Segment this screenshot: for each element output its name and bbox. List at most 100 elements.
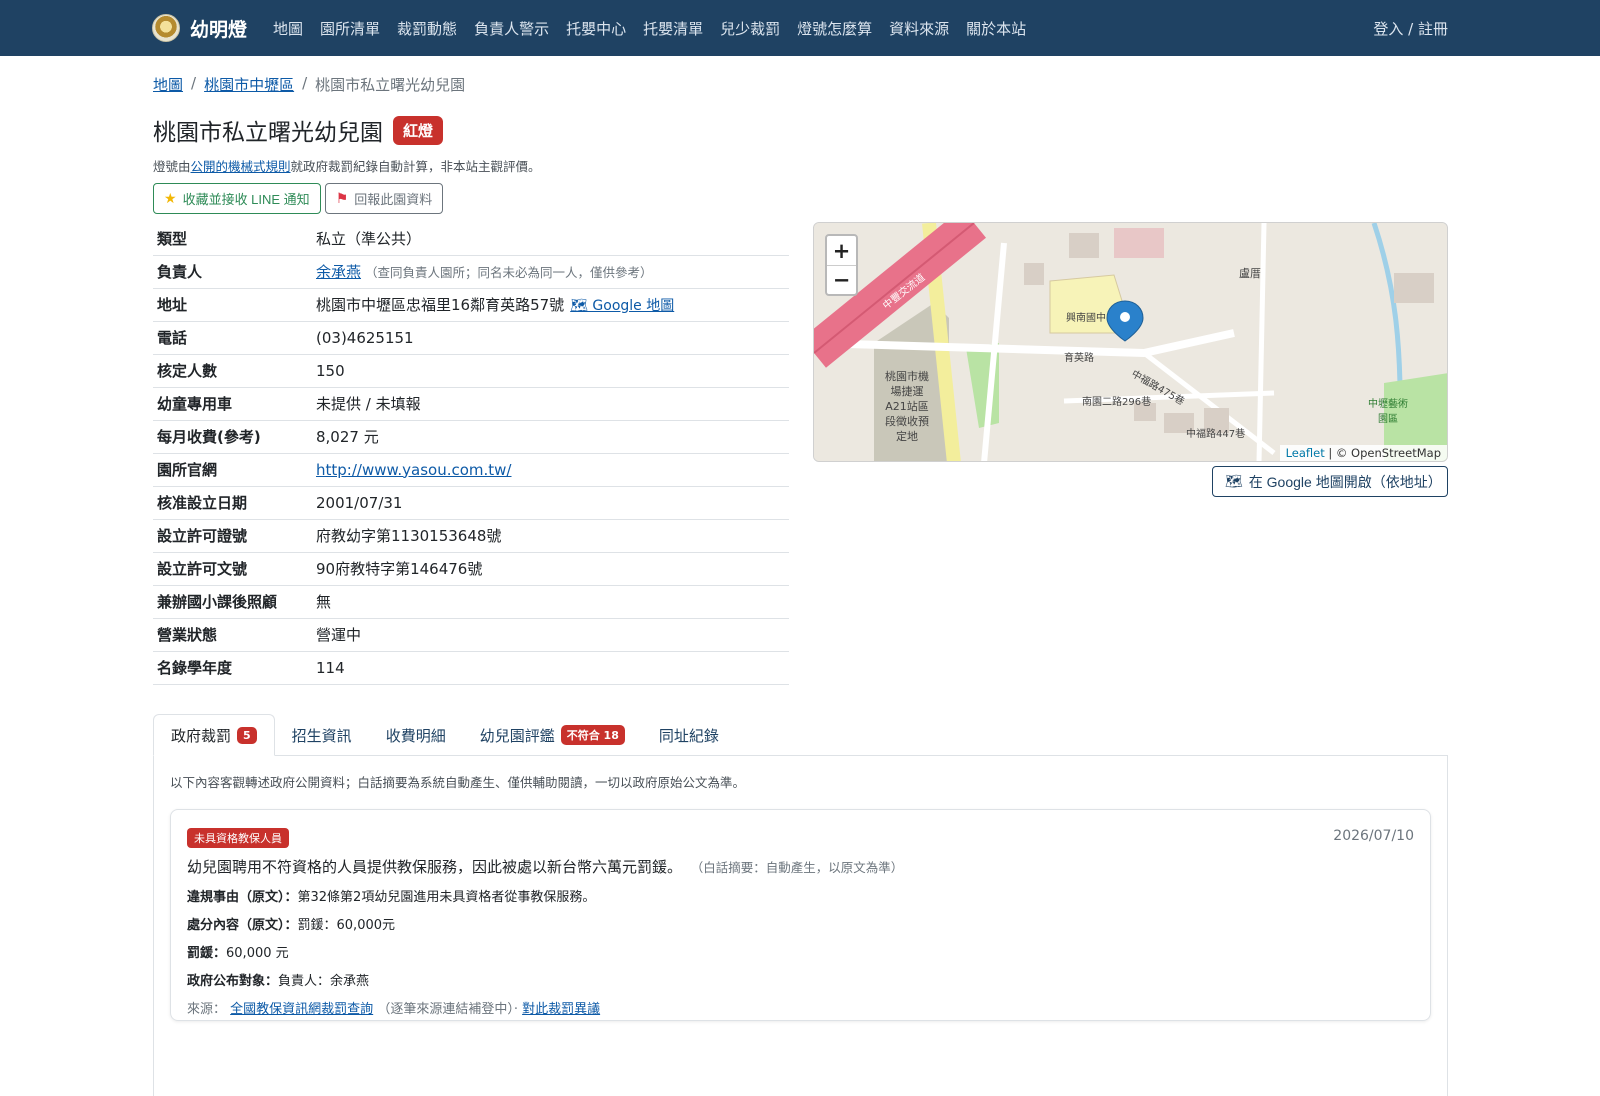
info-value: 營運中 <box>312 618 789 652</box>
penalty-summary: 幼兒園聘用不符資格的人員提供教保服務，因此被處以新台幣六萬元罰鍰。 （白話摘要：… <box>187 856 1414 877</box>
penalty-type-badge: 未具資格教保人員 <box>187 828 289 848</box>
info-value: 無 <box>312 585 789 619</box>
tab-fees[interactable]: 收費明細 <box>369 714 463 756</box>
breadcrumb-map[interactable]: 地圖 <box>153 74 183 95</box>
follow-line-label: 收藏並接收 LINE 通知 <box>182 192 310 207</box>
rules-link[interactable]: 公開的機械式規則 <box>191 159 291 174</box>
map-label-district: 桃園市機場捷運A21站區段徵收預定地 <box>885 370 929 443</box>
penalty-date: 2026/07/10 <box>1333 828 1414 844</box>
nav-link-nursery-list[interactable]: 托嬰清單 <box>643 18 703 39</box>
light-note-suffix: 就政府裁罰紀錄自動計算，非本站主觀評價。 <box>290 159 541 174</box>
breadcrumb-district[interactable]: 桃園市中壢區 <box>204 74 294 95</box>
source-link[interactable]: 全國教保資訊網裁罰查詢 <box>230 1002 373 1017</box>
breadcrumb: 地圖 / 桃園市中壢區 / 桃園市私立曙光幼兒園 <box>153 74 1448 95</box>
page-title: 桃園市私立曙光幼兒園 <box>153 120 383 146</box>
marker-dot <box>1120 312 1130 322</box>
nav-link-data-source[interactable]: 資料來源 <box>889 18 949 39</box>
tab-label: 收費明細 <box>385 726 446 745</box>
leaflet-link[interactable]: Leaflet <box>1286 446 1325 460</box>
nav-link-owner-alerts[interactable]: 負責人警示 <box>474 18 549 39</box>
top-navbar: 幼明燈 地圖 園所清單 裁罰動態 負責人警示 托嬰中心 托嬰清單 兒少裁罰 燈號… <box>0 0 1600 56</box>
open-google-maps-button[interactable]: 🗺 在 Google 地圖開啟（依地址） <box>1212 466 1448 497</box>
map-label-art: 中壢藝術園區 <box>1368 399 1408 425</box>
nav-links: 地圖 園所清單 裁罰動態 負責人警示 托嬰中心 托嬰清單 兒少裁罰 燈號怎麼算 … <box>273 18 1373 39</box>
nav-link-map[interactable]: 地圖 <box>273 18 303 39</box>
tab-count-badge: 不符合 18 <box>560 725 625 745</box>
tab-count-badge: 5 <box>237 726 257 744</box>
table-row: 幼童專用車 未提供 / 未填報 <box>153 387 789 421</box>
owner-note: （查同負責人園所；同名未必為同一人，僅供參考） <box>365 265 653 280</box>
tab-evaluation[interactable]: 幼兒園評鑑 不符合 18 <box>463 714 642 756</box>
follow-line-button[interactable]: ★ 收藏並接收 LINE 通知 <box>153 183 321 214</box>
tab-same-address[interactable]: 同址紀錄 <box>642 714 736 756</box>
nav-link-school-list[interactable]: 園所清單 <box>320 18 380 39</box>
info-value: 150 <box>312 354 789 388</box>
login-register-link[interactable]: 登入 / 註冊 <box>1373 18 1448 39</box>
penalty-summary-text: 幼兒園聘用不符資格的人員提供教保服務，因此被處以新台幣六萬元罰鍰。 <box>187 858 683 876</box>
info-key: 負責人 <box>153 255 312 289</box>
table-row: 負責人 余承燕 （查同負責人園所；同名未必為同一人，僅供參考） <box>153 255 789 289</box>
info-value: 未提供 / 未填報 <box>312 387 789 421</box>
table-row: 地址 桃園市中壢區忠福里16鄰育英路57號 🗺 Google 地圖 <box>153 288 789 322</box>
appeal-link[interactable]: 對此裁罰異議 <box>522 1002 600 1017</box>
map-label-school: 興南國中 <box>1066 313 1106 324</box>
location-map[interactable]: 興南國中 育英路 南園二路296巷 中福路475巷 中福路447巷 桃園市機場捷… <box>813 222 1448 462</box>
star-icon: ★ <box>164 190 177 206</box>
tab-bar: 政府裁罰 5 招生資訊 收費明細 幼兒園評鑑 不符合 18 同址紀錄 <box>153 714 1448 756</box>
penalty-source: 來源： 全國教保資訊網裁罰查詢 （逐筆來源連結補登中）· 對此裁罰異議 <box>187 998 1414 1017</box>
breadcrumb-sep: / <box>302 74 308 92</box>
info-key: 地址 <box>153 288 312 322</box>
breadcrumb-current: 桃園市私立曙光幼兒園 <box>315 76 466 94</box>
light-note-prefix: 燈號由 <box>153 159 191 174</box>
penalty-reason-text: 第32條第2項幼兒園進用未具資格者從事教保服務。 <box>297 890 596 905</box>
action-buttons: ★ 收藏並接收 LINE 通知 ⚑ 回報此園資料 <box>153 183 1448 214</box>
info-key: 設立許可證號 <box>153 519 312 553</box>
penalty-content-text: 罰鍰：60,000元 <box>297 918 396 933</box>
google-map-link[interactable]: 🗺 Google 地圖 <box>570 298 674 314</box>
report-button[interactable]: ⚑ 回報此園資料 <box>324 183 444 214</box>
light-status-badge: 紅燈 <box>393 115 444 145</box>
penalty-source-label: 來源： <box>187 1002 227 1017</box>
info-value: 90府教特字第146476號 <box>312 552 789 586</box>
penalty-reason-label: 違規事由（原文）： <box>187 890 298 905</box>
main-container: 地圖 / 桃園市中壢區 / 桃園市私立曙光幼兒園 桃園市私立曙光幼兒園 紅燈 燈… <box>153 56 1448 1096</box>
table-row: 類型 私立（準公共） <box>153 222 789 256</box>
building <box>1024 263 1044 285</box>
open-google-maps-label: 在 Google 地圖開啟（依地址） <box>1248 473 1442 490</box>
info-key: 核准設立日期 <box>153 486 312 520</box>
zoom-in-button[interactable]: + <box>827 236 856 265</box>
penalty-card: 未具資格教保人員 2026/07/10 幼兒園聘用不符資格的人員提供教保服務，因… <box>170 809 1431 1021</box>
brand[interactable]: 幼明燈 <box>152 14 247 42</box>
title-row: 桃園市私立曙光幼兒園 紅燈 <box>153 113 1448 147</box>
flag-icon: ⚑ <box>335 190 349 206</box>
zoom-out-button[interactable]: − <box>827 265 856 294</box>
info-key: 名錄學年度 <box>153 651 312 685</box>
tab-enrollment[interactable]: 招生資訊 <box>275 714 369 756</box>
nav-link-penalty-news[interactable]: 裁罰動態 <box>397 18 457 39</box>
penalty-reason: 違規事由（原文）：第32條第2項幼兒園進用未具資格者從事教保服務。 <box>187 886 1414 905</box>
source-note: （逐筆來源連結補登中）· <box>377 1002 518 1017</box>
website-link[interactable]: http://www.yasou.com.tw/ <box>316 461 512 479</box>
table-row: 名錄學年度 114 <box>153 651 789 685</box>
tab-label: 招生資訊 <box>291 726 352 745</box>
nav-link-nursery-center[interactable]: 托嬰中心 <box>566 18 626 39</box>
penalty-content: 處分內容（原文）：罰鍰：60,000元 <box>187 914 1414 933</box>
tab-penalties[interactable]: 政府裁罰 5 <box>153 714 275 756</box>
owner-link[interactable]: 余承燕 <box>316 263 361 281</box>
penalty-target: 政府公布對象：負責人：余承燕 <box>187 970 1414 989</box>
info-value: 府教幼字第1130153648號 <box>312 519 789 553</box>
map-icon: 🗺 <box>1225 473 1243 489</box>
building <box>1114 228 1164 258</box>
report-label: 回報此園資料 <box>354 192 433 207</box>
penalty-target-label: 政府公布對象： <box>187 974 279 989</box>
nav-link-about[interactable]: 關於本站 <box>966 18 1026 39</box>
nav-link-child-penalty[interactable]: 兒少裁罰 <box>720 18 780 39</box>
table-row: 設立許可文號 90府教特字第146476號 <box>153 552 789 586</box>
info-value: 2001/07/31 <box>312 486 789 520</box>
nav-link-how-light[interactable]: 燈號怎麼算 <box>797 18 872 39</box>
brand-logo-icon <box>152 14 180 42</box>
map-label-luju: 盧厝 <box>1239 267 1261 280</box>
penalty-target-text: 負責人：余承燕 <box>278 974 370 989</box>
osm-attribution: | © OpenStreetMap <box>1328 446 1441 460</box>
map-label-road2: 南園二路296巷 <box>1082 397 1152 408</box>
